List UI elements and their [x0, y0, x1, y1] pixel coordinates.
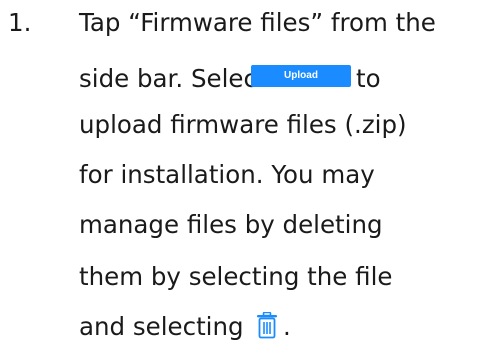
step-number: 1.	[8, 8, 32, 37]
instruction-end-punctuation: .	[283, 312, 291, 341]
instruction-line-2: side bar. Select	[79, 64, 267, 93]
instruction-line-4: for installation. You may	[79, 160, 375, 189]
instruction-line-6: them by selecting the file	[79, 262, 393, 291]
trash-icon[interactable]	[255, 311, 279, 339]
instruction-line-3: upload firmware files (.zip)	[79, 110, 407, 139]
instruction-line-7: and selecting	[79, 312, 244, 341]
instruction-step: 1. Tap “Firmware files” from the side ba…	[0, 0, 481, 364]
upload-button[interactable]: Upload	[251, 65, 351, 87]
instruction-line-5: manage files by deleting	[79, 210, 383, 239]
instruction-line-2-suffix: to	[356, 64, 381, 93]
instruction-line-1: Tap “Firmware files” from the	[79, 8, 436, 37]
